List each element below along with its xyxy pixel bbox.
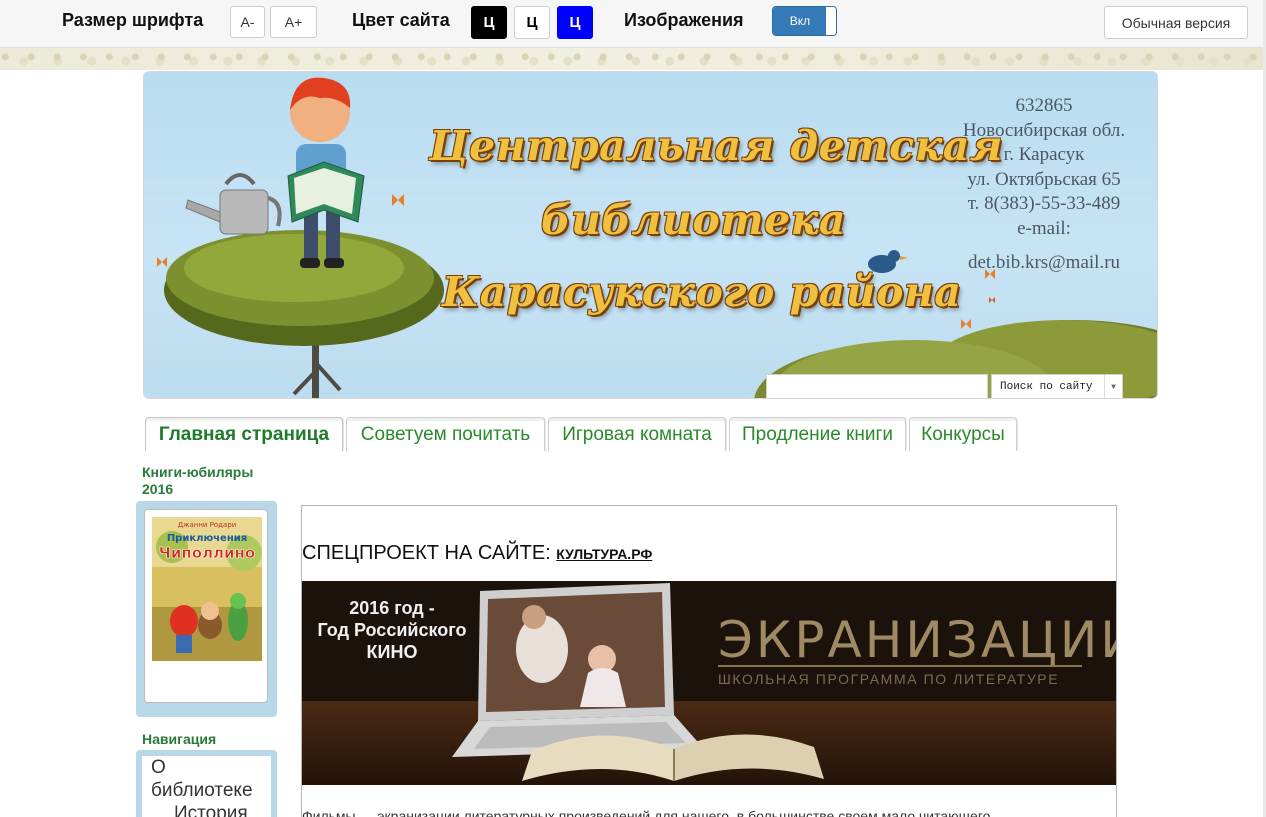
book-title-line-2: Чиполлино <box>159 544 255 562</box>
color-blue-button[interactable]: Ц <box>557 6 593 39</box>
banner-title-line-1: Центральная детская <box>429 122 1004 170</box>
street: ул. Октябрьская 65 <box>967 168 1121 190</box>
books-jubilee-heading: Книги-юбиляры 2016 <box>142 464 253 498</box>
special-project-line: СПЕЦПРОЕКТ НА САЙТЕ: КУЛЬТУРА.РФ <box>302 542 652 565</box>
promo-title: ЭКРАНИЗАЦИИ <box>718 611 1116 669</box>
promo-year-line-1: 2016 год - <box>349 598 435 618</box>
book-title-line-1: Приключения <box>167 533 247 544</box>
nav-item-history[interactable]: История <box>142 802 271 817</box>
toggle-handle <box>826 7 836 35</box>
site-color-label: Цвет сайта <box>352 10 450 30</box>
color-black-button[interactable]: Ц <box>471 6 507 39</box>
tab-contests[interactable]: Конкурсы <box>909 417 1017 451</box>
banner-title-line-2: библиотека <box>541 196 846 244</box>
search-button-label: Поиск по сайту <box>1000 381 1093 393</box>
images-toggle[interactable]: Вкл <box>772 6 837 36</box>
region: Новосибирская обл. <box>962 119 1126 141</box>
tab-home[interactable]: Главная страница <box>145 417 343 451</box>
normal-version-button[interactable]: Обычная версия <box>1104 6 1248 39</box>
navigation-frame: О библиотеке История <box>136 750 277 817</box>
chevron-down-icon[interactable]: ▼ <box>1104 375 1122 398</box>
books-heading-line-1: Книги-юбиляры <box>142 464 254 480</box>
images-label: Изображения <box>624 10 744 30</box>
navigation-list: О библиотеке История <box>142 756 271 817</box>
navigation-heading: Навигация <box>142 731 217 747</box>
banner-title-line-3: Карасукского района <box>442 268 962 316</box>
body-text: Фильмы — экранизации литературных произв… <box>302 808 991 817</box>
color-white-button[interactable]: Ц <box>514 6 550 39</box>
main-content: СПЕЦПРОЕКТ НА САЙТЕ: КУЛЬТУРА.РФ 2016 го… <box>301 505 1117 817</box>
promo-banner[interactable]: 2016 год - Год Российского КИНО ЭКРАНИЗА… <box>302 581 1116 785</box>
city: г. Карасук <box>1003 144 1085 165</box>
books-jubilee-frame: Джанни Родари Приключения Чиполлино <box>136 501 277 717</box>
promo-subtitle: ШКОЛЬНАЯ ПРОГРАММА ПО ЛИТЕРАТУРЕ <box>718 671 1060 687</box>
accessibility-toolbar: Размер шрифта A- A+ Цвет сайта Ц Ц Ц Изо… <box>0 0 1266 48</box>
kultura-rf-link[interactable]: КУЛЬТУРА.РФ <box>556 546 652 562</box>
search-button[interactable]: Поиск по сайту ▼ <box>991 374 1123 398</box>
tab-recommended-reading[interactable]: Советуем почитать <box>346 417 545 451</box>
email-address: det.bib.krs@mail.ru <box>967 252 1121 273</box>
books-heading-line-2: 2016 <box>142 481 174 497</box>
font-size-label: Размер шрифта <box>62 10 204 30</box>
search-input[interactable] <box>766 374 988 398</box>
font-smaller-button[interactable]: A- <box>230 6 265 38</box>
header-banner: Центральная детская библиотека Карасукск… <box>143 71 1158 399</box>
nav-item-about-library[interactable]: О <box>142 756 271 779</box>
contact-info: 632865 Новосибирская обл. г. Карасук ул.… <box>944 94 1144 276</box>
promo-year-line-2: Год Российского <box>317 620 467 640</box>
book-cover-card[interactable]: Джанни Родари Приключения Чиполлино <box>144 509 268 703</box>
book-cover-image: Джанни Родари Приключения Чиполлино <box>152 517 262 661</box>
book-author: Джанни Родари <box>178 521 237 529</box>
special-project-prefix: СПЕЦПРОЕКТ НА САЙТЕ: <box>302 542 557 564</box>
decorative-texture <box>0 48 1266 70</box>
font-larger-button[interactable]: A+ <box>270 6 317 38</box>
nav-item-about-library-cont[interactable]: библиотеке <box>142 779 271 802</box>
phone: т. 8(383)-55-33-489 <box>967 193 1121 214</box>
email-label: e-mail: <box>1017 217 1071 239</box>
promo-year-line-3: КИНО <box>366 642 418 662</box>
tab-book-renewal[interactable]: Продление книги <box>729 417 906 451</box>
images-toggle-state: Вкл <box>773 7 827 35</box>
promo-divider <box>718 665 1082 667</box>
postcode: 632865 <box>1015 95 1073 116</box>
tab-game-room[interactable]: Игровая комната <box>548 417 726 451</box>
